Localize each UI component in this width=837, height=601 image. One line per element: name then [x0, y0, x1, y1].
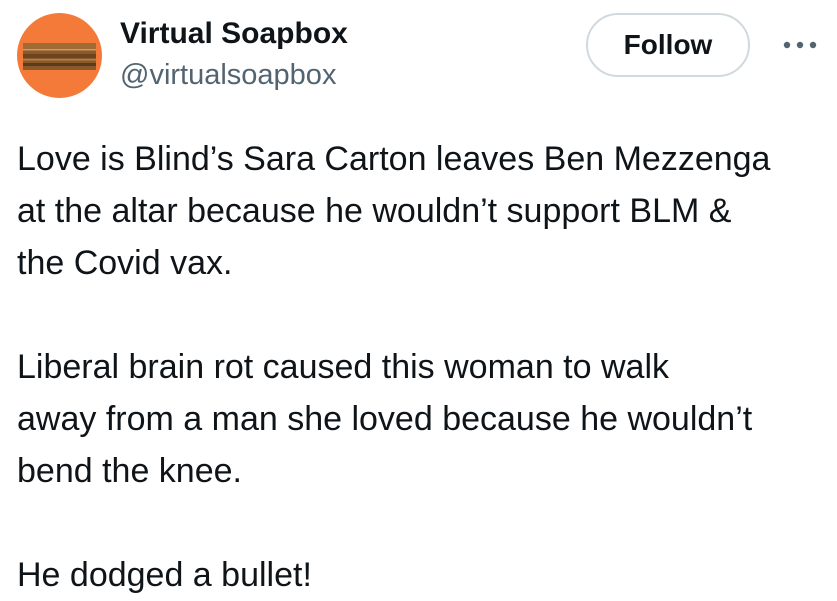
user-handle[interactable]: @virtualsoapbox — [120, 56, 348, 94]
more-dots-icon — [783, 41, 817, 49]
avatar[interactable] — [17, 13, 102, 98]
tweet-text: Love is Blind’s Sara Carton leaves Ben M… — [17, 133, 829, 601]
tweet-paragraph: He dodged a bullet! — [17, 556, 312, 594]
follow-button[interactable]: Follow — [586, 13, 750, 77]
display-name[interactable]: Virtual Soapbox — [120, 14, 348, 54]
tweet-header: Virtual Soapbox @virtualsoapbox Follow — [0, 0, 837, 110]
more-options-button[interactable] — [778, 30, 822, 60]
user-info: Virtual Soapbox @virtualsoapbox — [120, 14, 348, 94]
tweet-paragraph: Love is Blind’s Sara Carton leaves Ben M… — [17, 140, 771, 282]
soapbox-crate-icon — [23, 43, 96, 70]
tweet-paragraph: Liberal brain rot caused this woman to w… — [17, 348, 753, 490]
